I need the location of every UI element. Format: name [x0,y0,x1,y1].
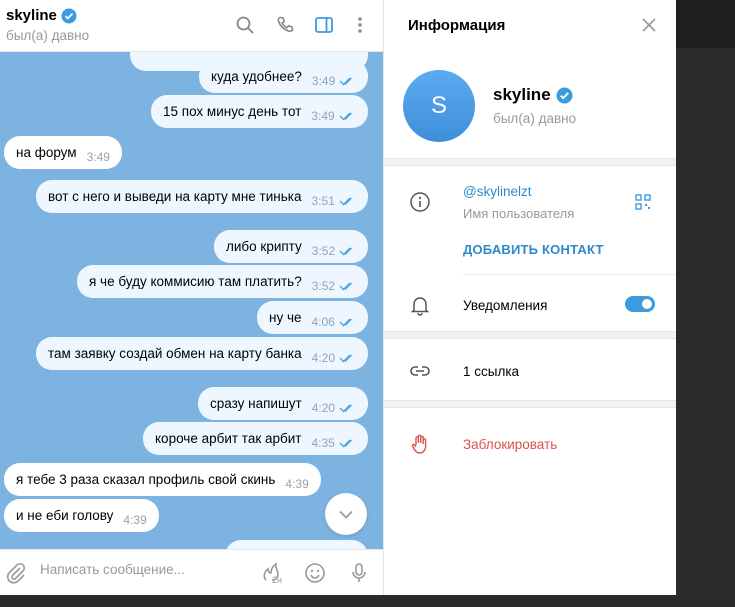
section-separator [384,158,676,166]
chat-name: skyline [6,7,57,24]
message-bubble[interactable]: вот с него и выведи на карту мне тинька 3… [36,180,368,213]
profile-name: skyline [493,85,573,105]
verified-icon [556,87,573,103]
message-time: 4:39 [285,477,309,491]
read-check-icon [339,282,353,290]
fire-badge: 2н [272,575,282,585]
message-time: 4:06 [311,315,335,329]
block-user-button[interactable]: Заблокировать [463,437,557,452]
profile-status: был(а) давно [493,111,577,126]
message-text: куда удобнее? [211,69,302,84]
background-bottom [0,595,676,607]
attach-icon[interactable] [3,560,29,586]
link-icon [408,359,432,383]
profile-name-text: skyline [493,85,551,104]
message-time: 3:51 [311,194,335,208]
shared-links-item[interactable]: 1 ссылка [463,364,519,379]
sidebar-toggle-icon[interactable] [312,13,336,37]
read-check-icon [339,439,352,447]
background-window [676,0,735,607]
message-time: 3:49 [311,109,335,123]
message-text: 15 пох минус день тот [163,104,302,119]
message-composer: 2н [0,549,383,595]
emoji-icon[interactable] [302,560,328,586]
phone-icon[interactable] [274,13,298,37]
message-time: 4:39 [123,513,147,527]
read-check-icon [339,197,352,205]
message-text: я че буду коммисию там платить? [89,274,302,289]
read-check-icon [339,354,353,362]
message-bubble[interactable]: 15 пох минус день тот 3:49 [151,95,368,128]
scroll-down-button[interactable] [325,493,367,535]
section-separator [384,331,676,339]
avatar-letter: S [430,92,447,119]
read-check-icon [339,247,353,255]
chat-panel: skyline был(а) давно куда удобнее? 3:49 15… [0,0,383,595]
chat-title[interactable]: skyline [6,7,77,24]
qr-code-icon[interactable] [634,193,652,211]
read-check-icon [339,112,352,120]
message-text: на форум [16,145,77,160]
message-bubble[interactable]: либо крипту 3:52 [214,230,369,263]
read-check-icon [339,404,353,412]
fire-icon[interactable]: 2н [258,560,284,586]
microphone-icon[interactable] [346,560,372,586]
block-hand-icon [408,432,432,456]
chat-status: был(а) давно [6,28,90,43]
chevron-down-icon [339,510,353,519]
message-time: 4:20 [311,351,336,365]
message-text: я тебе 3 раза сказал профиль свой скинь [16,472,276,487]
message-text: там заявку создай обмен на карту банка [48,346,302,361]
message-bubble[interactable]: на форум 3:49 [4,136,122,169]
more-menu-icon[interactable] [348,13,372,37]
message-text: сразу напишут [210,396,302,411]
message-text: ну че [269,310,302,325]
message-input[interactable] [40,562,240,577]
info-title: Информация [408,17,506,34]
username-label: Имя пользователя [463,206,575,221]
message-bubble[interactable]: я тебе 3 раза сказал профиль свой скинь 4… [4,463,321,496]
bell-icon [408,293,432,317]
message-text: либо крипту [226,239,302,254]
message-bubble[interactable]: там заявку создай обмен на карту банка 4:… [36,337,369,370]
message-time: 4:35 [311,436,335,450]
read-check-icon [339,318,352,326]
notifications-label: Уведомления [463,298,548,313]
message-time: 4:20 [311,401,336,415]
message-text: вот с него и выведи на карту мне тинька [48,189,302,204]
info-panel: Информация S skyline был(а) давно @skyli… [384,0,676,595]
message-text: и не еби голову [16,508,114,523]
message-bubble[interactable]: куда удобнее? 3:49 [199,60,369,93]
row-divider [463,274,676,275]
background-tab [676,0,735,48]
section-separator [384,400,676,408]
message-time: 3:52 [311,244,336,258]
message-time: 3:52 [311,279,336,293]
verified-icon [61,8,77,23]
message-time: 3:49 [86,150,110,164]
avatar[interactable]: S [403,70,475,142]
message-bubble[interactable]: короче арбит так арбит 4:35 [143,422,368,455]
search-icon[interactable] [233,13,257,37]
add-contact-button[interactable]: ДОБАВИТЬ КОНТАКТ [463,242,604,257]
info-icon [408,190,432,214]
message-text: короче арбит так арбит [155,431,302,446]
username-link[interactable]: @skylinelzt [463,184,531,199]
notifications-toggle[interactable] [625,296,655,312]
message-bubble[interactable]: я че буду коммисию там платить? 3:52 [77,265,369,298]
message-bubble[interactable]: и не еби голову 4:39 [4,499,159,532]
close-icon[interactable] [639,15,659,35]
message-time: 3:49 [311,74,336,88]
message-bubble[interactable]: сразу напишут 4:20 [198,387,369,420]
chat-header: skyline был(а) давно [0,0,383,52]
read-check-icon [339,77,353,85]
message-bubble[interactable]: ну че 4:06 [257,301,368,334]
